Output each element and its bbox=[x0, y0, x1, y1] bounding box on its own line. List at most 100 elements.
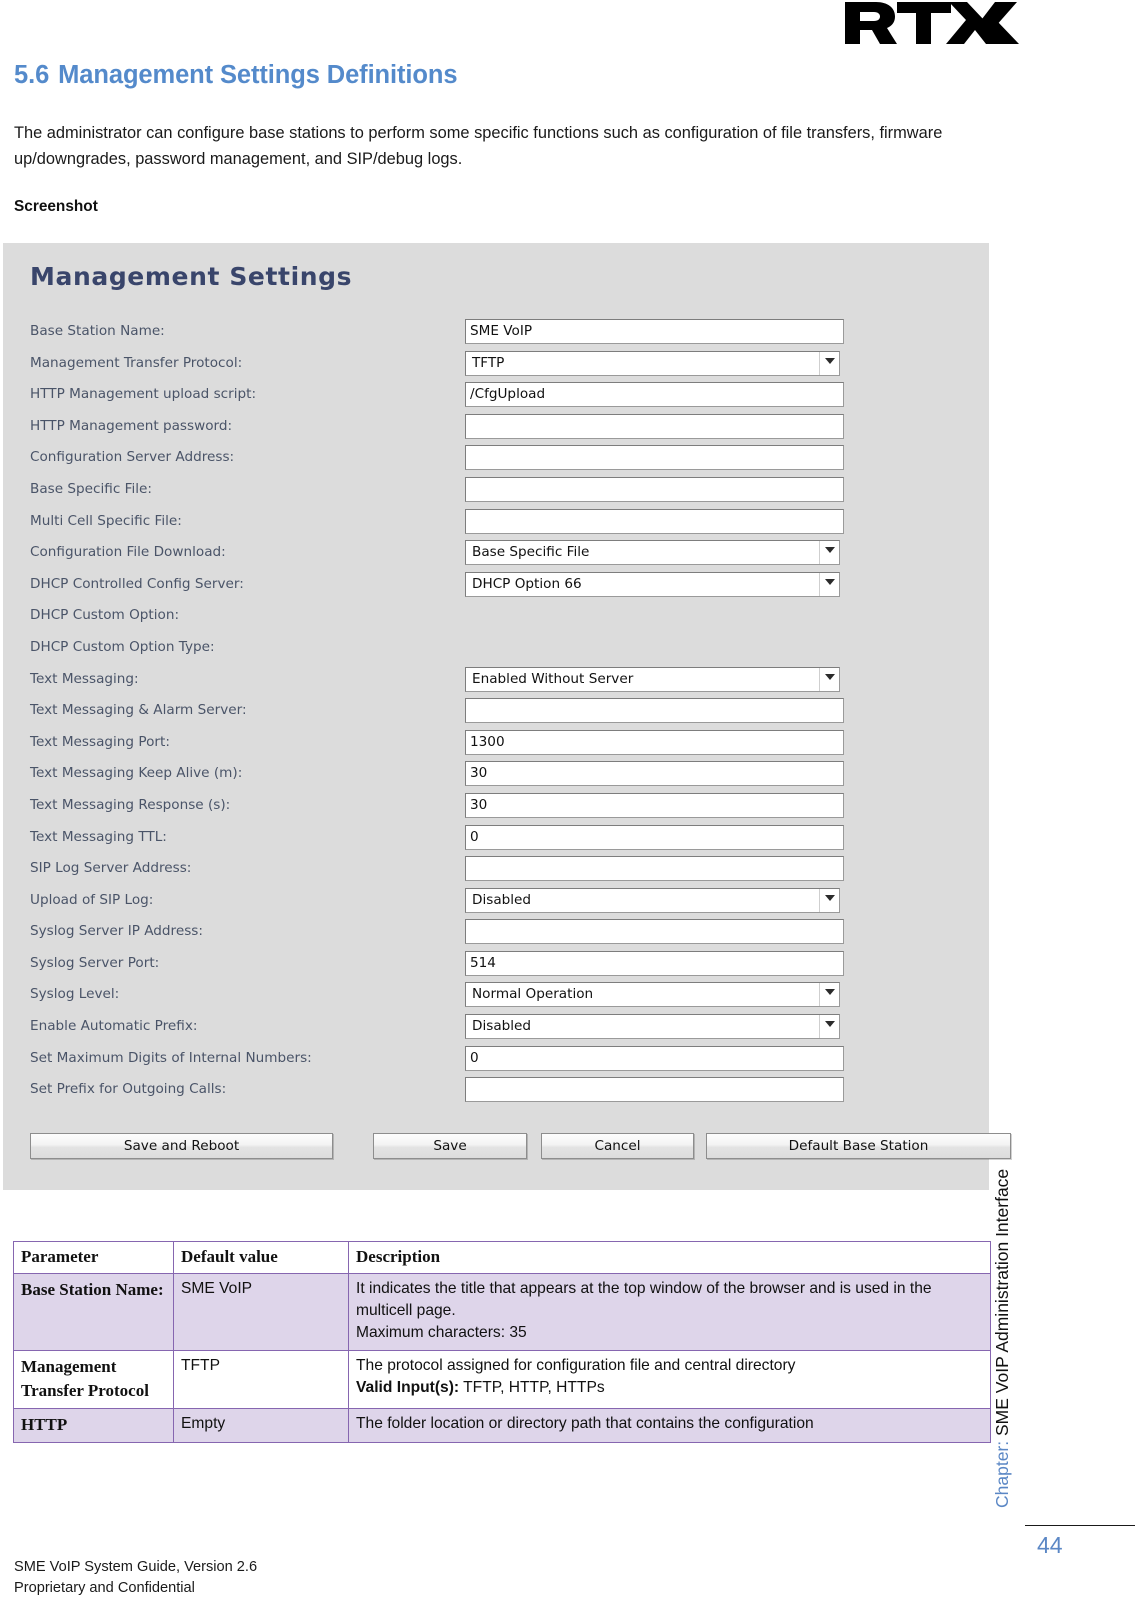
field-value: 514 bbox=[470, 954, 496, 971]
chapter-rail-text: Chapter: SME VoIP Administration Interfa… bbox=[992, 1169, 1013, 1508]
page-number-rule bbox=[1025, 1525, 1135, 1526]
section-number: 5.6 bbox=[14, 61, 50, 89]
field-label: DHCP Custom Option Type: bbox=[30, 638, 215, 655]
field-input[interactable] bbox=[465, 476, 844, 502]
field-select[interactable]: Disabled bbox=[465, 1014, 840, 1040]
form-row: Enable Automatic Prefix: Disabled bbox=[3, 1014, 989, 1046]
field-select[interactable]: Normal Operation bbox=[465, 982, 840, 1008]
form-row: Set Maximum Digits of Internal Numbers: 0 bbox=[3, 1045, 989, 1078]
field-value: DHCP Option 66 bbox=[472, 575, 582, 592]
cell-parameter: HTTP bbox=[13, 1407, 174, 1443]
field-input[interactable] bbox=[465, 919, 844, 945]
form-row: Configuration Server Address: bbox=[3, 445, 989, 477]
field-label: Multi Cell Specific File: bbox=[30, 512, 182, 529]
cell-description: It indicates the title that appears at t… bbox=[348, 1273, 991, 1351]
field-input[interactable]: 0 bbox=[465, 824, 844, 850]
panel-title: Management Settings bbox=[30, 262, 353, 291]
description-line: It indicates the title that appears at t… bbox=[356, 1280, 932, 1320]
management-settings-screenshot: Management Settings Base Station Name: SM… bbox=[3, 243, 1011, 1190]
form-row: Multi Cell Specific File: bbox=[3, 508, 989, 541]
field-input[interactable]: 0 bbox=[465, 1045, 844, 1071]
field-input[interactable]: /CfgUpload bbox=[465, 382, 844, 408]
page-title: 5.6 Management Settings Definitions bbox=[14, 60, 994, 91]
field-value: 30 bbox=[470, 765, 488, 782]
field-label: Set Prefix for Outgoing Calls: bbox=[30, 1081, 227, 1098]
field-label: HTTP Management upload script: bbox=[30, 386, 257, 403]
save-and-reboot-button[interactable]: Save and Reboot bbox=[30, 1133, 333, 1159]
field-input[interactable] bbox=[465, 856, 844, 882]
field-select[interactable]: Disabled bbox=[465, 887, 840, 913]
field-label: Syslog Server Port: bbox=[30, 954, 160, 971]
form-row: DHCP Controlled Config Server: DHCP Optio… bbox=[3, 571, 989, 604]
section-title-text: Management Settings Definitions bbox=[58, 61, 458, 89]
field-value: 1300 bbox=[470, 733, 505, 750]
save-button[interactable]: Save bbox=[373, 1133, 527, 1159]
field-label: Set Maximum Digits of Internal Numbers: bbox=[30, 1049, 312, 1066]
chapter-name: SME VoIP Administration Interface bbox=[992, 1168, 1012, 1441]
field-label: Text Messaging: bbox=[30, 670, 139, 687]
field-value: Disabled bbox=[472, 1018, 532, 1035]
field-select[interactable]: Base Specific File bbox=[465, 540, 840, 566]
cell-description: The folder location or directory path th… bbox=[348, 1407, 991, 1443]
settings-form: Base Station Name: SME VoIP Management Tra… bbox=[3, 319, 989, 1109]
field-label: DHCP Custom Option: bbox=[30, 607, 180, 624]
chevron-down-icon bbox=[825, 1021, 835, 1028]
field-input[interactable]: 30 bbox=[465, 792, 844, 818]
field-value: 0 bbox=[470, 828, 479, 845]
field-label: Configuration Server Address: bbox=[30, 449, 235, 466]
form-row: SIP Log Server Address: bbox=[3, 856, 989, 888]
field-select[interactable]: Enabled Without Server bbox=[465, 666, 840, 692]
field-input[interactable]: 514 bbox=[465, 950, 844, 976]
chevron-down-icon bbox=[825, 357, 835, 364]
form-row: Text Messaging Keep Alive (m): 30 bbox=[3, 761, 989, 793]
field-input[interactable] bbox=[465, 445, 844, 471]
document-body: 5.6 Management Settings Definitions The a… bbox=[14, 60, 994, 216]
field-label: Text Messaging & Alarm Server: bbox=[30, 702, 247, 719]
footer-line-1: SME VoIP System Guide, Version 2.6 bbox=[14, 1559, 258, 1575]
field-input[interactable]: 30 bbox=[465, 761, 844, 787]
field-value: TFTP bbox=[472, 354, 505, 371]
chevron-down-icon bbox=[825, 894, 835, 901]
column-header-default-value: Default value bbox=[173, 1240, 349, 1275]
cell-description: The protocol assigned for configuration … bbox=[348, 1349, 991, 1409]
field-value: Base Specific File bbox=[472, 544, 590, 561]
field-input[interactable]: SME VoIP bbox=[465, 319, 844, 344]
field-label: SIP Log Server Address: bbox=[30, 860, 192, 877]
table-row: Base Station Name: SME VoIP It indicates t… bbox=[13, 1273, 991, 1351]
valid-inputs-line: Valid Input(s): TFTP, HTTP, HTTPs bbox=[356, 1377, 983, 1399]
field-select[interactable]: DHCP Option 66 bbox=[465, 571, 840, 597]
table-row: HTTP Empty The folder location or director… bbox=[13, 1407, 991, 1443]
form-row: HTTP Management password: bbox=[3, 413, 989, 446]
cancel-button[interactable]: Cancel bbox=[541, 1133, 694, 1159]
description-line: Maximum characters: 35 bbox=[356, 1324, 527, 1342]
column-header-description: Description bbox=[348, 1240, 991, 1275]
form-row: Management Transfer Protocol: TFTP bbox=[3, 350, 989, 383]
table-row: Management Transfer Protocol TFTP The prot… bbox=[13, 1349, 991, 1409]
field-label: Text Messaging TTL: bbox=[30, 828, 167, 845]
form-row: Syslog Server Port: 514 bbox=[3, 950, 989, 983]
form-row: Set Prefix for Outgoing Calls: bbox=[3, 1077, 989, 1109]
field-input[interactable] bbox=[465, 413, 844, 439]
form-row: Configuration File Download: Base Specifi… bbox=[3, 540, 989, 572]
field-label: Text Messaging Response (s): bbox=[30, 796, 231, 813]
field-value: 30 bbox=[470, 796, 488, 813]
form-row: Base Specific File: bbox=[3, 476, 989, 509]
cell-default-value: Empty bbox=[173, 1407, 349, 1443]
form-row: Text Messaging: Enabled Without Server bbox=[3, 666, 989, 699]
field-input[interactable] bbox=[465, 508, 844, 534]
field-value: /CfgUpload bbox=[470, 386, 546, 403]
field-label: Enable Automatic Prefix: bbox=[30, 1018, 198, 1035]
form-row: HTTP Management upload script: /CfgUpload bbox=[3, 382, 989, 414]
form-row: Text Messaging & Alarm Server: bbox=[3, 698, 989, 730]
form-row: DHCP Custom Option: bbox=[3, 603, 989, 635]
form-row: Syslog Server IP Address: bbox=[3, 919, 989, 951]
form-actions: Save and Reboot Save Cancel Default Base… bbox=[30, 1133, 1011, 1159]
field-input[interactable]: 1300 bbox=[465, 729, 844, 755]
field-input[interactable] bbox=[465, 1077, 844, 1103]
field-label: Management Transfer Protocol: bbox=[30, 354, 243, 371]
form-row: Syslog Level: Normal Operation bbox=[3, 982, 989, 1014]
default-base-station-button[interactable]: Default Base Station bbox=[706, 1133, 1011, 1159]
field-input[interactable] bbox=[465, 698, 844, 724]
field-label: HTTP Management password: bbox=[30, 417, 233, 434]
field-select[interactable]: TFTP bbox=[465, 350, 840, 376]
